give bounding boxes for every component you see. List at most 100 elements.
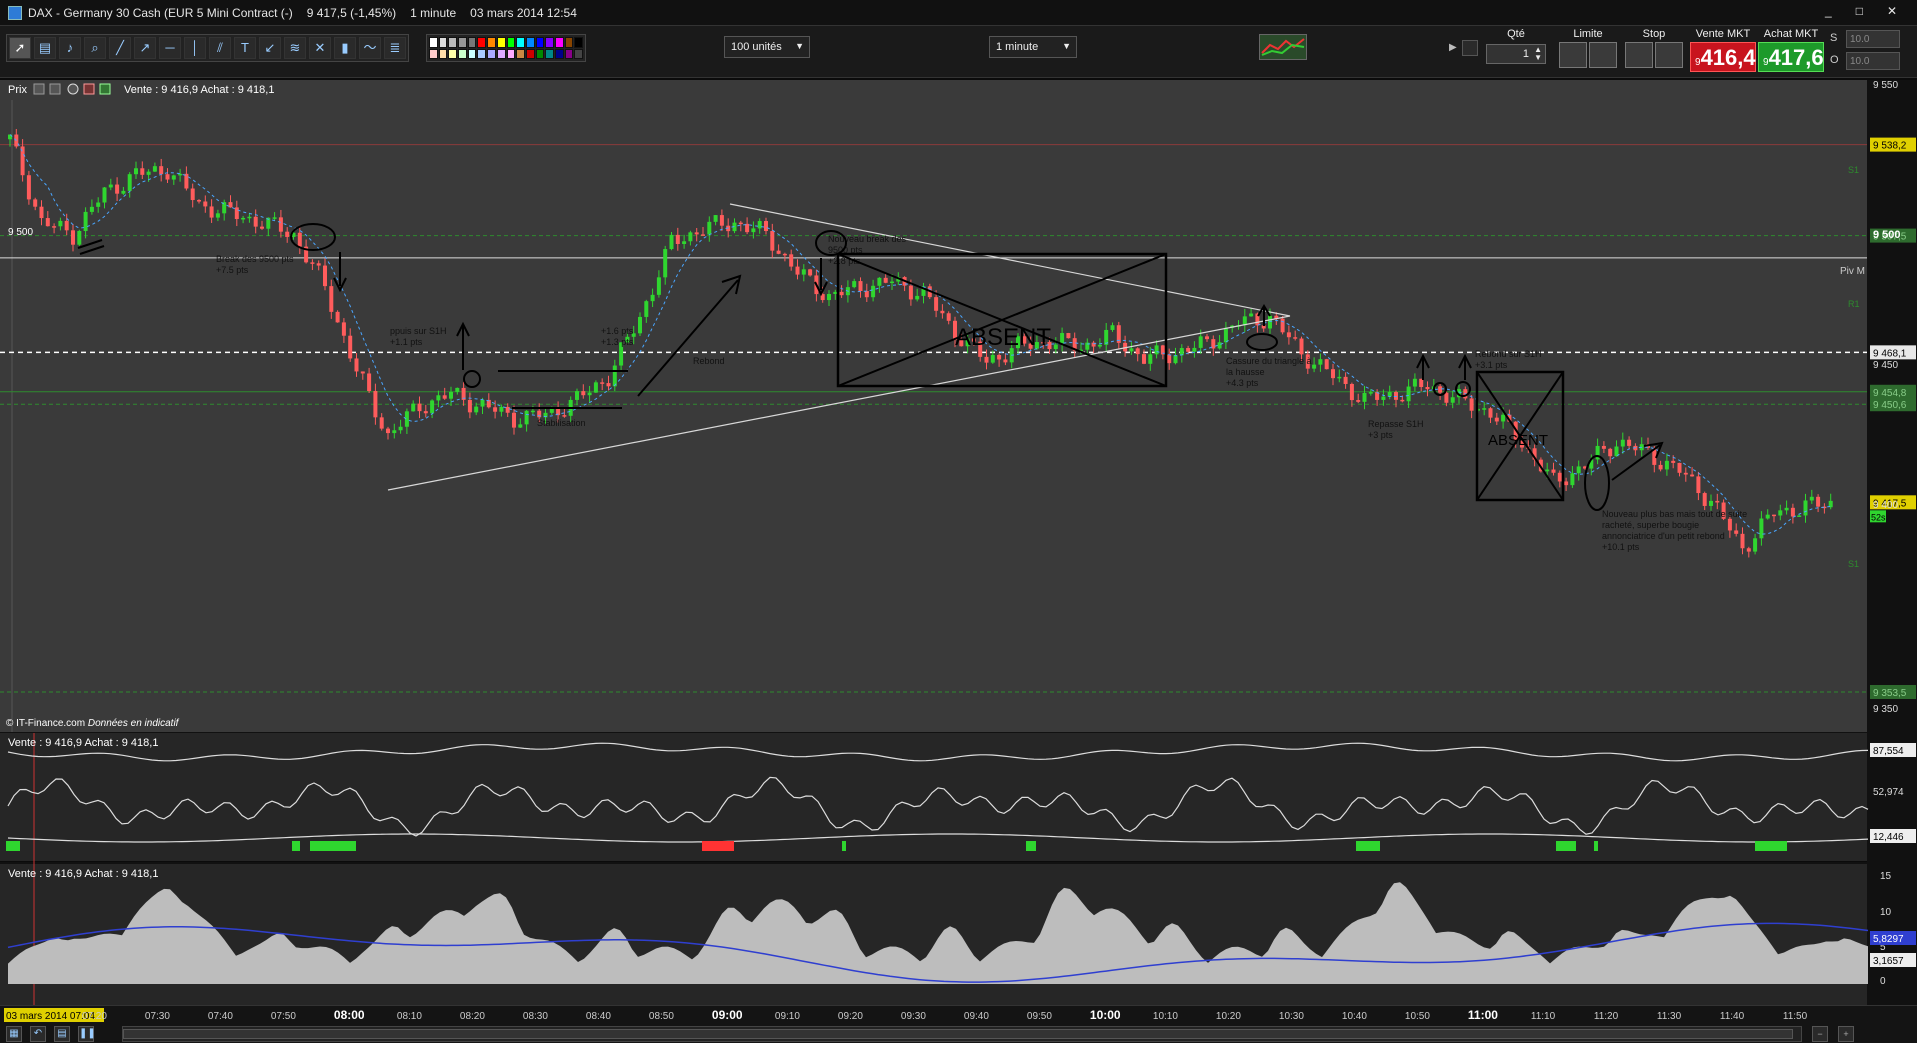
color-swatch[interactable] — [429, 37, 438, 48]
color-swatch[interactable] — [496, 37, 506, 48]
expand-icon[interactable]: ▶ — [1449, 42, 1457, 53]
candle-body — [1142, 354, 1146, 364]
scrollbar-thumb[interactable] — [123, 1029, 1793, 1039]
color-swatch[interactable] — [564, 48, 574, 59]
wrench-tool-icon[interactable]: ✕ — [309, 37, 331, 59]
color-swatch[interactable] — [487, 37, 496, 48]
properties-icon[interactable] — [49, 83, 61, 95]
horizontal-scrollbar[interactable] — [122, 1026, 1802, 1042]
color-swatch[interactable] — [487, 48, 496, 59]
candle-body — [1299, 338, 1304, 355]
color-swatch[interactable] — [438, 48, 448, 59]
color-swatch[interactable] — [448, 37, 458, 48]
arrow-tool-icon[interactable]: ↙ — [259, 37, 281, 59]
color-palette[interactable] — [426, 34, 586, 62]
signal-bar — [842, 841, 846, 851]
close-button[interactable]: ✕ — [1887, 4, 1897, 18]
candle-body — [940, 310, 945, 314]
color-swatch[interactable] — [554, 48, 564, 59]
maximize-button[interactable]: □ — [1856, 4, 1863, 18]
candle-body — [890, 281, 894, 284]
color-swatch[interactable] — [574, 37, 583, 48]
pause-icon[interactable]: ❚❚ — [78, 1026, 96, 1042]
color-swatch[interactable] — [545, 48, 554, 59]
stop-sell-button[interactable] — [1655, 42, 1683, 68]
ruler-tool-icon[interactable]: ▤ — [34, 37, 56, 59]
color-swatch[interactable] — [467, 37, 477, 48]
candle-body — [1683, 472, 1688, 475]
color-swatch[interactable] — [448, 48, 458, 59]
grid-icon[interactable]: ▤ — [54, 1026, 70, 1042]
color-swatch[interactable] — [554, 37, 564, 48]
color-swatch[interactable] — [574, 48, 583, 59]
color-swatch[interactable] — [429, 48, 438, 59]
color-swatch[interactable] — [545, 37, 554, 48]
last-price: 9 417,5 (-1,45%) — [306, 5, 397, 20]
chart-area[interactable]: 9 538,2 9 507,5 9 468,1 9 454,8 9 450,6 9 417… — [0, 80, 1917, 1005]
color-swatch[interactable] — [458, 37, 467, 48]
text-tool-icon[interactable]: T — [234, 37, 256, 59]
candle-body — [1608, 448, 1613, 457]
zoom-in-icon[interactable]: + — [1838, 1026, 1854, 1042]
channel-tool-icon[interactable]: ⫽ — [209, 37, 231, 59]
vline-tool-icon[interactable]: │ — [184, 37, 206, 59]
vol-axis-tick: 0 — [1880, 976, 1886, 987]
limit-buy-button[interactable] — [1559, 42, 1587, 68]
zoom-tool-icon[interactable]: ⌕ — [84, 37, 106, 59]
time-axis-tick: 10:00 — [1090, 1008, 1121, 1022]
candle-body — [354, 358, 359, 372]
style-tool-icon[interactable]: ≣ — [384, 37, 406, 59]
candle-body — [1809, 496, 1814, 501]
minimize-button[interactable]: _ — [1825, 4, 1832, 18]
color-swatch[interactable] — [496, 48, 506, 59]
o-input[interactable]: 10.0 — [1846, 52, 1900, 70]
color-swatch[interactable] — [458, 48, 467, 59]
buy-market-button[interactable]: 9417,6 — [1758, 42, 1824, 72]
calendar-icon[interactable]: ▦ — [6, 1026, 22, 1042]
mini-chart-icon[interactable] — [1259, 34, 1307, 60]
sell-market-button[interactable]: 9416,4 — [1690, 42, 1756, 72]
limit-sell-button[interactable] — [1589, 42, 1617, 68]
candle-body — [108, 184, 113, 188]
delete-tool-icon[interactable]: ▮ — [334, 37, 356, 59]
color-swatch[interactable] — [467, 48, 477, 59]
color-swatch[interactable] — [516, 37, 525, 48]
undo-icon[interactable]: ↶ — [30, 1026, 46, 1042]
candle-body — [650, 294, 655, 302]
add-icon[interactable] — [99, 83, 111, 95]
s-input[interactable]: 10.0 — [1846, 30, 1900, 48]
color-swatch[interactable] — [535, 37, 545, 48]
s-value: 10.0 — [1850, 34, 1870, 45]
candle-body — [1419, 378, 1424, 387]
color-swatch[interactable] — [525, 37, 535, 48]
line-tool-icon[interactable]: ╱ — [109, 37, 131, 59]
color-swatch[interactable] — [525, 48, 535, 59]
color-swatch[interactable] — [477, 48, 487, 59]
settings-icon[interactable] — [33, 83, 45, 95]
color-swatch[interactable] — [506, 37, 516, 48]
color-swatch[interactable] — [564, 37, 574, 48]
price-chart[interactable]: 9 538,29 507,59 468,19 454,89 450,69 417… — [0, 80, 1917, 1005]
trend-tool-icon[interactable]: ↗ — [134, 37, 156, 59]
color-swatch[interactable] — [506, 48, 516, 59]
pointer-tool-icon[interactable]: ➚ — [9, 37, 31, 59]
size-select[interactable]: 100 unités ▼ — [724, 36, 810, 58]
qty-input[interactable]: 1 ▲ ▼ — [1486, 44, 1546, 64]
color-swatch[interactable] — [516, 48, 525, 59]
interval-select[interactable]: 1 minute ▼ — [989, 36, 1077, 58]
alarm-tool-icon[interactable]: ♪ — [59, 37, 81, 59]
settings-icon[interactable] — [1462, 40, 1478, 56]
remove-icon[interactable] — [83, 83, 95, 95]
zoom-out-icon[interactable]: − — [1812, 1026, 1828, 1042]
fibonacci-tool-icon[interactable]: ≋ — [284, 37, 306, 59]
hline-tool-icon[interactable]: ─ — [159, 37, 181, 59]
indicators-tool-icon[interactable]: 〜 — [359, 37, 381, 59]
stepper-icon[interactable]: ▲ ▼ — [1534, 46, 1542, 62]
time-axis-tick: 11:30 — [1657, 1011, 1682, 1022]
color-swatch[interactable] — [535, 48, 545, 59]
candle-body — [310, 262, 315, 264]
color-swatch[interactable] — [438, 37, 448, 48]
stop-buy-button[interactable] — [1625, 42, 1653, 68]
close-icon[interactable] — [67, 83, 79, 95]
color-swatch[interactable] — [477, 37, 487, 48]
